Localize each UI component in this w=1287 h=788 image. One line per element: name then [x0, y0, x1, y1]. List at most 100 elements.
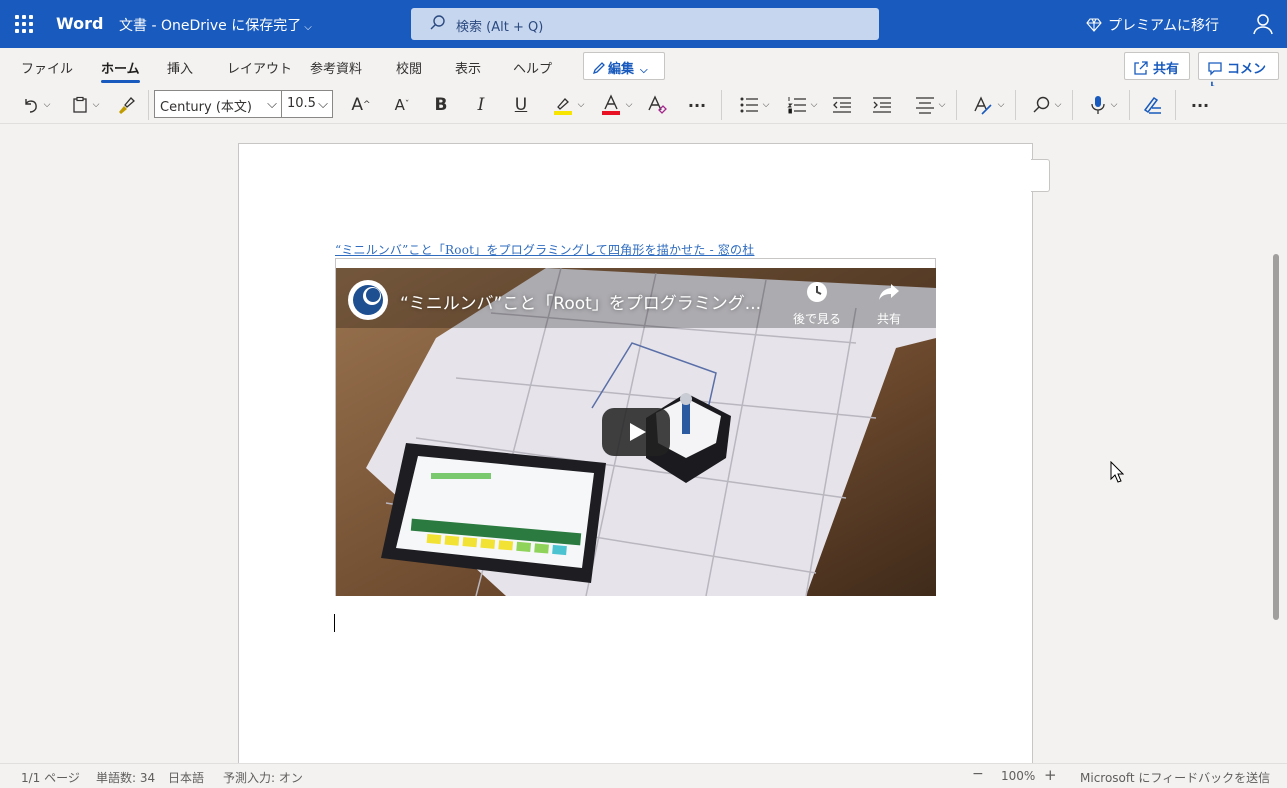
premium-button[interactable]: プレミアムに移行	[1086, 15, 1219, 35]
document-title-text: 文書 - OneDrive に保存完了	[119, 18, 302, 34]
chevron-down-icon: ⌵	[318, 97, 328, 112]
shrink-font-icon: A	[394, 96, 405, 114]
vertical-scrollbar[interactable]	[1273, 254, 1279, 620]
chevron-down-icon: ⌵	[1054, 100, 1062, 110]
highlight-button[interactable]: ⌵	[549, 92, 587, 118]
paste-button[interactable]: ⌵	[66, 92, 104, 118]
italic-icon: I	[477, 95, 485, 115]
comment-icon	[1208, 62, 1222, 76]
home-toolbar: ⌵ ⌵ Century (本文) ⌵ 10.5 ⌵ A ^ Aˇ B I U ⌵ ⌵ …	[0, 86, 1287, 208]
editor-pen-icon	[1143, 96, 1161, 114]
increase-indent-icon	[873, 97, 891, 113]
zoom-out-button[interactable]: −	[972, 766, 984, 782]
toolbar-divider	[721, 90, 722, 120]
search-box[interactable]: 検索 (Alt + Q)	[411, 8, 879, 40]
video-share-button[interactable]: 共有	[854, 280, 924, 327]
bold-icon: B	[434, 95, 448, 115]
search-icon	[1033, 96, 1049, 113]
watch-later-button[interactable]: 後で見る	[782, 280, 852, 327]
format-painter-button[interactable]	[113, 92, 139, 118]
app-launcher-icon[interactable]	[14, 14, 34, 34]
video-title[interactable]: “ミニルンバ”こと「Root」をプログラミング...	[400, 289, 761, 314]
comments-button[interactable]: コメント	[1198, 52, 1279, 96]
chevron-down-icon: ⌵	[810, 100, 818, 110]
share-button[interactable]: 共有	[1124, 52, 1190, 80]
find-button[interactable]: ⌵	[1027, 92, 1065, 118]
account-icon[interactable]	[1252, 13, 1274, 39]
document-title[interactable]: 文書 - OneDrive に保存完了 ⌵	[119, 15, 312, 35]
premium-label: プレミアムに移行	[1108, 18, 1220, 34]
italic-button[interactable]: I	[470, 92, 492, 118]
status-bar: 1/1 ページ 単語数: 34 日本語 予測入力: オン − 100% + Mi…	[0, 763, 1287, 788]
clear-formatting-button[interactable]	[645, 92, 669, 118]
video-player[interactable]: “ミニルンバ”こと「Root」をプログラミング... 後で見る 共有	[336, 268, 936, 596]
chevron-down-icon: ⌵	[625, 100, 633, 110]
styles-icon	[973, 96, 992, 115]
font-color-icon	[601, 94, 620, 115]
undo-button[interactable]: ⌵	[17, 92, 55, 118]
more-options-icon[interactable]: ···	[1189, 92, 1211, 118]
dictate-button[interactable]: ⌵	[1084, 92, 1122, 118]
channel-logo[interactable]	[348, 280, 388, 320]
increase-indent-button[interactable]	[871, 92, 893, 118]
video-share-label: 共有	[876, 312, 901, 326]
chevron-down-icon: ⌵	[997, 100, 1005, 110]
align-button[interactable]: ⌵	[911, 92, 949, 118]
feedback-link[interactable]: Microsoft にフィードバックを送信	[1080, 769, 1270, 786]
styles-button[interactable]: ⌵	[969, 92, 1007, 118]
chevron-down-icon: ⌵	[938, 100, 946, 110]
font-size-select[interactable]: 10.5 ⌵	[281, 90, 333, 118]
clear-formatting-icon	[648, 95, 667, 114]
bold-button[interactable]: B	[430, 92, 452, 118]
tab-help[interactable]: ヘルプ	[513, 58, 552, 77]
bullets-button[interactable]: ⌵	[735, 92, 773, 118]
decrease-indent-icon	[833, 97, 851, 113]
document-canvas[interactable]: “ミニルンバ”こと「Root」をプログラミングして四角形を描かせた - 窓の杜	[0, 124, 1287, 763]
document-hyperlink[interactable]: “ミニルンバ”こと「Root」をプログラミングして四角形を描かせた - 窓の杜	[335, 241, 754, 258]
tab-layout[interactable]: レイアウト	[227, 58, 292, 77]
editing-mode-button[interactable]: 編集 ⌵	[583, 52, 665, 80]
chevron-down-icon: ⌵	[762, 100, 770, 110]
zoom-level[interactable]: 100%	[1001, 769, 1035, 783]
tab-insert[interactable]: 挿入	[167, 58, 193, 77]
play-button[interactable]	[602, 408, 670, 456]
font-name-select[interactable]: Century (本文) ⌵	[154, 90, 282, 118]
zoom-in-button[interactable]: +	[1044, 766, 1057, 784]
numbering-button[interactable]: ⌵	[783, 92, 821, 118]
chevron-down-icon: ⌵	[43, 100, 51, 110]
grow-font-button[interactable]: A ^	[348, 92, 374, 118]
undo-icon	[24, 99, 37, 113]
language-status[interactable]: 日本語	[168, 769, 204, 786]
chevron-down-icon: ⌵	[1110, 100, 1118, 110]
word-count[interactable]: 単語数: 34	[96, 769, 155, 786]
share-arrow-icon	[879, 284, 899, 300]
shrink-font-button[interactable]: Aˇ	[390, 92, 414, 118]
tab-home[interactable]: ホーム	[101, 58, 140, 83]
toolbar-divider	[1175, 90, 1176, 120]
grow-font-icon: A	[351, 95, 364, 115]
editor-button[interactable]	[1140, 92, 1164, 118]
page-count[interactable]: 1/1 ページ	[21, 769, 80, 786]
toolbar-divider	[956, 90, 957, 120]
numbered-list-icon	[786, 97, 806, 114]
tab-review[interactable]: 校閲	[396, 58, 422, 77]
font-color-button[interactable]: ⌵	[597, 92, 635, 118]
tab-references[interactable]: 参考資料	[310, 58, 362, 77]
text-prediction-status[interactable]: 予測入力: オン	[223, 769, 303, 786]
toolbar-divider	[1015, 90, 1016, 120]
toolbar-divider	[1072, 90, 1073, 120]
embedded-video[interactable]: “ミニルンバ”こと「Root」をプログラミング... 後で見る 共有	[335, 258, 936, 596]
microphone-icon	[1090, 96, 1105, 114]
chevron-down-icon: ⌵	[577, 100, 585, 110]
editing-mode-label: 編集	[608, 62, 635, 77]
more-options-icon[interactable]: ···	[686, 92, 708, 118]
font-size-value: 10.5	[287, 96, 316, 111]
align-center-icon	[915, 97, 934, 114]
tab-file[interactable]: ファイル	[21, 58, 73, 77]
decrease-indent-button[interactable]	[831, 92, 853, 118]
pencil-icon	[592, 62, 605, 75]
underline-button[interactable]: U	[510, 92, 532, 118]
comment-pane-tab[interactable]	[1031, 159, 1050, 192]
app-name[interactable]: Word	[56, 14, 103, 33]
tab-view[interactable]: 表示	[455, 58, 481, 77]
